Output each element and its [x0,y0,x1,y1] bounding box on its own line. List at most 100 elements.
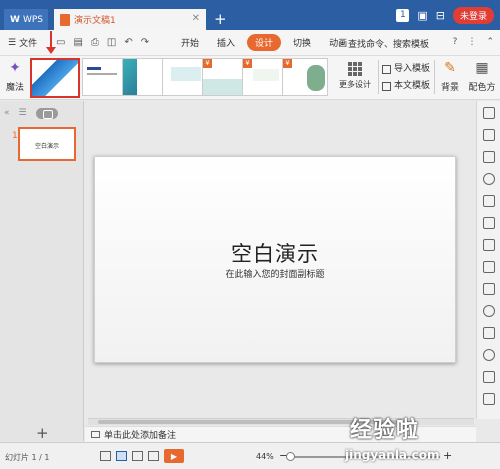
file-menu[interactable]: ☰ 文件 [0,36,52,50]
slide-subtitle[interactable]: 在此输入您的封面副标题 [95,267,455,280]
crop-icon[interactable] [483,283,495,295]
import-icon [382,65,391,74]
this-text-template-label: 本文模板 [394,81,431,91]
skin-icon[interactable]: ▣ [417,9,427,22]
more-options-icon[interactable]: ⋮ [467,37,476,47]
design-ribbon: ✦ 魔法 ¥ ¥ ¥ 更多设计 导入模板 本文模板 ✎ 背景 ▦ 配色方 [0,56,500,100]
slide-counter: 幻灯片 1 / 1 [5,453,50,462]
presentation-icon [60,13,70,26]
zoom-level[interactable]: 44% [256,452,274,461]
magic-label: 魔法 [5,83,24,93]
wps-home-tab[interactable]: W WPS [4,9,48,30]
search-icon: ⌕ [340,38,346,49]
save-icon[interactable]: ▭ [56,37,65,48]
more-designs-button[interactable]: 更多设计 [336,62,374,90]
new-tab-button[interactable]: + [214,10,227,28]
redo-icon[interactable]: ↷ [141,37,149,48]
import-template-button[interactable]: 导入模板 [382,61,430,78]
undo-icon[interactable]: ↶ [124,37,132,48]
collapse-panel-icon[interactable]: « [4,108,10,118]
watermark-url: jingyanla.com [345,448,440,462]
window-menu-icon[interactable]: ⊟ [436,9,445,22]
design-template-7[interactable]: ¥ [282,58,328,96]
title-bar: W WPS 演示文稿1 ✕ + 1 ▣ ⊟ 未登录 [0,0,500,30]
right-toolbar [476,101,500,419]
cloud-icon[interactable] [483,327,495,339]
magic-wand-icon: ✦ [9,60,21,76]
slide-thumbnail[interactable]: 空白演示 [18,127,76,161]
shape-icon[interactable] [483,173,495,185]
background-label: 背景 [440,83,459,93]
normal-view-icon[interactable] [116,451,127,461]
hamburger-icon: ☰ [8,37,17,48]
document-tab-label: 演示文稿1 [74,16,116,26]
notes-toggle-icon[interactable] [100,451,111,461]
ribbon-divider [434,60,435,94]
view-switcher: ▶ [100,449,184,463]
help-icon[interactable]: ? [453,37,458,47]
notes-icon [91,431,100,438]
slide-panel: « ☰ 1 空白演示 + [0,101,84,442]
annotation-arrow [46,31,56,54]
notes-placeholder: 单击此处添加备注 [104,431,177,441]
command-search-label: 查找命令、搜索模板 [348,40,430,50]
grid-icon [348,62,362,76]
tab-insert[interactable]: 插入 [208,36,244,49]
help-panel-icon[interactable] [483,371,495,383]
slide-sorter-icon[interactable] [132,451,143,461]
premium-tag-icon: ¥ [243,59,252,68]
ribbon-tabs: 开始 插入 设计 切换 动画 [172,34,356,51]
tab-transition[interactable]: 切换 [284,36,320,49]
login-button[interactable]: 未登录 [452,6,494,24]
palette-icon: ▦ [475,60,489,76]
selection-icon[interactable] [483,239,495,251]
wps-logo-icon: W [10,14,20,25]
import-template-label: 导入模板 [394,64,431,74]
close-tab-icon[interactable]: ✕ [192,13,200,24]
color-scheme-button[interactable]: ▦ 配色方 [466,60,498,93]
document-tab[interactable]: 演示文稿1 ✕ [54,9,206,30]
layers-icon[interactable] [483,151,495,163]
ribbon-divider [378,60,379,94]
command-search[interactable]: ⌕ 查找命令、搜索模板 [340,37,430,51]
slide-panel-header: « ☰ [0,105,84,121]
titlebar-right: 1 ▣ ⊟ 未登录 [396,0,500,30]
zoom-in-icon[interactable]: + [443,449,452,462]
collapse-ribbon-icon[interactable]: ⌃ [486,37,494,47]
slide-canvas[interactable]: 空白演示 在此输入您的封面副标题 [94,156,456,363]
slide-view-toggle[interactable] [35,107,58,119]
print-icon[interactable]: ⎙ [91,37,99,48]
history-icon[interactable] [483,349,495,361]
settings-sliders-icon[interactable] [483,217,495,229]
add-slide-button[interactable]: + [36,424,49,442]
premium-tag-icon: ¥ [203,59,212,68]
reading-view-icon[interactable] [148,451,159,461]
this-text-template-button[interactable]: 本文模板 [382,78,430,95]
tab-home[interactable]: 开始 [172,36,208,49]
template-actions: 导入模板 本文模板 [382,61,430,95]
slide-number: 1 [12,131,18,141]
slide-title[interactable]: 空白演示 [95,238,455,268]
premium-tag-icon: ¥ [283,59,292,68]
style-icon[interactable] [483,195,495,207]
outline-view-icon[interactable]: ☰ [19,108,27,118]
background-button[interactable]: ✎ 背景 [438,60,462,93]
window-count-badge[interactable]: 1 [396,8,410,22]
more-designs-label: 更多设计 [339,80,371,89]
magic-button[interactable]: ✦ 魔法 [4,60,26,93]
play-slideshow-button[interactable]: ▶ [164,449,184,463]
collapse-sidebar-icon[interactable] [483,107,495,119]
download-icon[interactable] [483,305,495,317]
object-properties-icon[interactable] [483,129,495,141]
edit-icon[interactable] [483,261,495,273]
export-pdf-icon[interactable]: ▤ [73,37,82,48]
more-tools-icon[interactable] [483,393,495,405]
tab-design[interactable]: 设计 [247,34,282,51]
zoom-slider-handle[interactable] [286,452,295,461]
slide-editor: 空白演示 在此输入您的封面副标题 [85,101,476,419]
design-template-1[interactable] [30,58,80,98]
file-menu-label: 文件 [19,39,38,49]
preview-icon[interactable]: ◫ [107,37,116,48]
watermark-logo: 经验啦 [350,418,420,443]
paint-icon: ✎ [444,60,456,76]
